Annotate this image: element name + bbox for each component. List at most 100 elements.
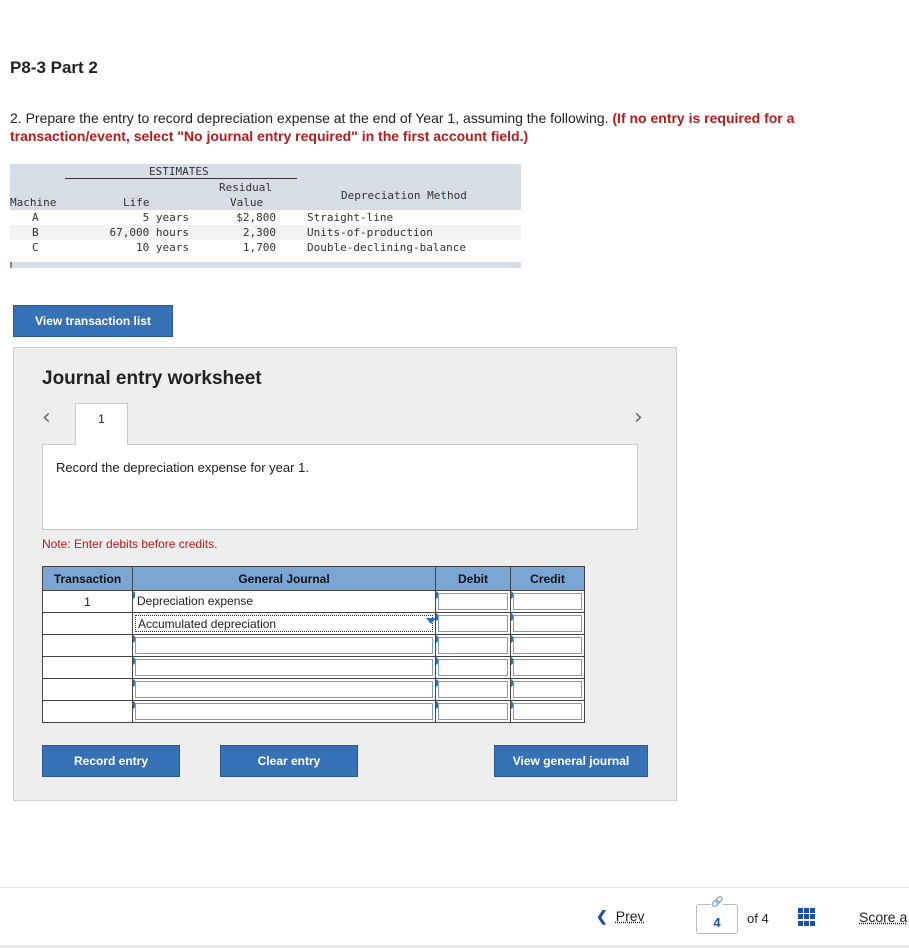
debit-input[interactable] xyxy=(438,637,508,654)
transaction-cell xyxy=(42,656,133,679)
col-machine: Machine xyxy=(10,196,57,209)
table-row xyxy=(42,656,585,679)
header-credit: Credit xyxy=(510,566,585,591)
residual-b: 2,300 xyxy=(242,226,276,239)
debit-input[interactable] xyxy=(438,703,508,720)
header-general-journal: General Journal xyxy=(132,566,436,591)
instruction-main: 2. Prepare the entry to record depreciat… xyxy=(10,110,609,126)
residual-a: $2,800 xyxy=(236,211,276,224)
credit-cell[interactable] xyxy=(510,590,585,613)
account-input[interactable] xyxy=(135,637,433,654)
machine-b: B xyxy=(32,226,39,239)
header-transaction: Transaction xyxy=(42,566,133,591)
note-text: Note: Enter debits before credits. xyxy=(42,537,218,551)
view-general-journal-button[interactable]: View general journal xyxy=(494,745,648,777)
life-b: 67,000 hours xyxy=(109,226,189,239)
credit-cell[interactable] xyxy=(510,612,585,635)
credit-input[interactable] xyxy=(513,637,582,654)
account-cell[interactable] xyxy=(132,656,436,679)
account-cell[interactable]: Depreciation expense xyxy=(132,590,436,613)
task-panel xyxy=(42,444,638,530)
credit-input[interactable] xyxy=(513,659,582,676)
account-input[interactable] xyxy=(135,703,433,720)
estimates-group-header: ESTIMATES xyxy=(149,165,209,178)
account-select[interactable]: Accumulated depreciation xyxy=(135,615,433,632)
life-a: 5 years xyxy=(142,211,189,224)
transaction-cell xyxy=(42,634,133,657)
instructions: 2. Prepare the entry to record depreciat… xyxy=(10,109,895,145)
credit-cell[interactable] xyxy=(510,656,585,679)
general-journal-table: Transaction General Journal Debit Credit… xyxy=(42,566,585,723)
chevron-right-icon[interactable]: › xyxy=(634,405,643,430)
grid-icon[interactable] xyxy=(798,908,816,926)
tab-entry-1[interactable]: 1 xyxy=(75,403,128,445)
chevron-left-icon[interactable]: ‹ xyxy=(42,405,51,430)
debit-cell[interactable] xyxy=(435,678,511,701)
method-a: Straight-line xyxy=(307,211,394,224)
debit-input[interactable] xyxy=(438,593,508,610)
transaction-cell xyxy=(42,678,133,701)
debit-cell[interactable] xyxy=(435,700,511,723)
record-entry-button[interactable]: Record entry xyxy=(42,745,180,777)
view-transaction-list-button[interactable]: View transaction list xyxy=(13,305,173,337)
row-shade-end xyxy=(10,255,521,262)
table-row: 1 Depreciation expense xyxy=(42,590,585,613)
estimates-table: ESTIMATES Machine Life Residual Value De… xyxy=(10,164,521,268)
transaction-cell xyxy=(42,700,133,723)
page-number-box[interactable]: 4 xyxy=(696,904,738,934)
chevron-down-icon[interactable] xyxy=(426,618,436,624)
clear-entry-button[interactable]: Clear entry xyxy=(220,745,358,777)
transaction-cell xyxy=(42,612,133,635)
col-residual-2: Value xyxy=(230,196,264,209)
link-icon: 🔗 xyxy=(711,897,724,908)
chevron-left-icon: ❮ xyxy=(596,908,608,924)
worksheet-title: Journal entry worksheet xyxy=(42,368,262,389)
account-input[interactable]: Depreciation expense xyxy=(135,593,433,610)
col-life: Life xyxy=(123,196,150,209)
debit-input[interactable] xyxy=(438,659,508,676)
table-row xyxy=(42,634,585,657)
footer-divider xyxy=(0,887,909,888)
page-count: of 4 xyxy=(747,911,769,926)
account-input[interactable] xyxy=(135,659,433,676)
debit-input[interactable] xyxy=(438,681,508,698)
debit-cell[interactable] xyxy=(435,590,511,613)
estimates-underline xyxy=(65,178,297,179)
col-residual-1: Residual xyxy=(219,181,272,194)
header-debit: Debit xyxy=(435,566,511,591)
task-description: Record the depreciation expense for year… xyxy=(56,460,309,475)
debit-input[interactable] xyxy=(438,615,508,632)
page-title: P8-3 Part 2 xyxy=(10,58,98,77)
credit-input[interactable] xyxy=(513,615,582,632)
credit-input[interactable] xyxy=(513,703,582,720)
life-c: 10 years xyxy=(136,241,189,254)
method-b: Units-of-production xyxy=(307,226,433,239)
prev-button[interactable]: ❮ Prev xyxy=(596,908,645,925)
debit-cell[interactable] xyxy=(435,634,511,657)
account-input[interactable] xyxy=(135,681,433,698)
table-row xyxy=(42,700,585,723)
journal-header-row: Transaction General Journal Debit Credit xyxy=(42,566,585,591)
table-row: Accumulated depreciation xyxy=(42,612,585,635)
credit-input[interactable] xyxy=(513,593,582,610)
account-cell[interactable] xyxy=(132,700,436,723)
method-c: Double-declining-balance xyxy=(307,241,466,254)
estimates-bottom-bar xyxy=(10,262,521,268)
credit-cell[interactable] xyxy=(510,678,585,701)
col-method: Depreciation Method xyxy=(341,189,467,202)
residual-c: 1,700 xyxy=(242,241,276,254)
debit-cell[interactable] xyxy=(435,656,511,679)
account-cell[interactable] xyxy=(132,634,436,657)
account-cell[interactable] xyxy=(132,678,436,701)
credit-input[interactable] xyxy=(513,681,582,698)
account-cell[interactable]: Accumulated depreciation xyxy=(132,612,436,635)
machine-c: C xyxy=(32,241,39,254)
score-link[interactable]: Score a xyxy=(859,909,909,925)
prev-label: Prev xyxy=(615,908,645,924)
transaction-cell: 1 xyxy=(42,590,133,613)
machine-a: A xyxy=(32,211,39,224)
credit-cell[interactable] xyxy=(510,700,585,723)
table-row xyxy=(42,678,585,701)
debit-cell[interactable] xyxy=(435,612,511,635)
credit-cell[interactable] xyxy=(510,634,585,657)
